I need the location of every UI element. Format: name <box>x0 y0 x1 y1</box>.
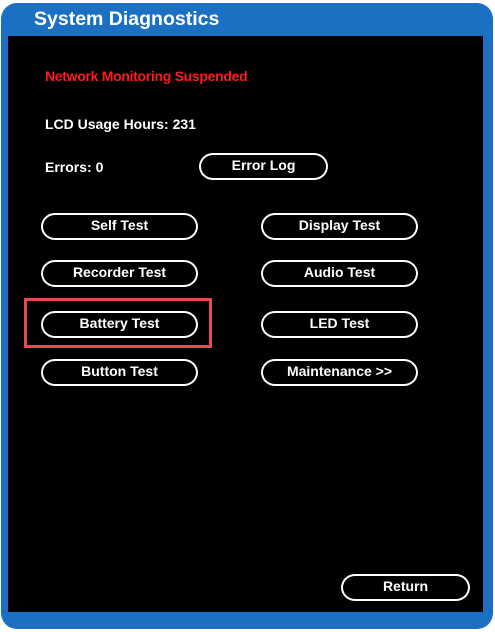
led-test-button[interactable]: LED Test <box>261 311 418 338</box>
recorder-test-button[interactable]: Recorder Test <box>41 260 198 287</box>
system-diagnostics-window: System Diagnostics Network Monitoring Su… <box>1 3 493 629</box>
error-log-button[interactable]: Error Log <box>199 153 328 180</box>
lcd-usage-hours-text: LCD Usage Hours: 231 <box>45 116 196 132</box>
self-test-button[interactable]: Self Test <box>41 213 198 240</box>
display-test-button[interactable]: Display Test <box>261 213 418 240</box>
errors-count-text: Errors: 0 <box>45 159 104 175</box>
window-title: System Diagnostics <box>34 8 220 30</box>
network-warning-text: Network Monitoring Suspended <box>45 68 248 84</box>
battery-test-button[interactable]: Battery Test <box>41 311 198 338</box>
diagnostics-panel: Network Monitoring Suspended LCD Usage H… <box>8 36 483 612</box>
maintenance-button[interactable]: Maintenance >> <box>261 359 418 386</box>
audio-test-button[interactable]: Audio Test <box>261 260 418 287</box>
button-test-button[interactable]: Button Test <box>41 359 198 386</box>
return-button[interactable]: Return <box>341 574 470 601</box>
